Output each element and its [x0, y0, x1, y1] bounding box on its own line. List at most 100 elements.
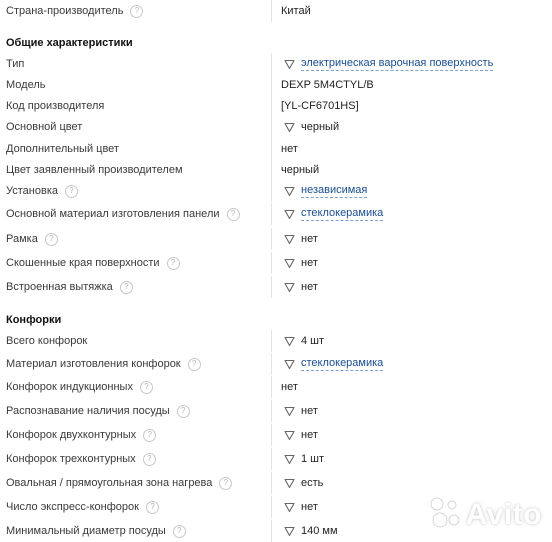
- help-icon[interactable]: ?: [172, 524, 186, 538]
- help-icon[interactable]: ?: [142, 452, 156, 466]
- spec-value: черный: [281, 116, 339, 138]
- spec-value: 4 шт: [281, 330, 324, 352]
- help-icon[interactable]: ?: [145, 500, 159, 514]
- spec-value[interactable]: стеклокерамика: [281, 203, 384, 225]
- spec-row: Установка? независимая: [0, 180, 552, 202]
- spec-row: Материал изготовления конфорок? стеклокер…: [0, 353, 552, 375]
- filter-icon[interactable]: [284, 186, 295, 197]
- spec-name: Встроенная вытяжка?: [6, 276, 133, 298]
- spec-row: Конфорок двухконтурных? нет: [0, 424, 552, 446]
- spec-row: Основной материал изготовления панели? ст…: [0, 203, 552, 225]
- filter-link[interactable]: электрическая варочная поверхность: [301, 57, 494, 71]
- help-icon[interactable]: ?: [166, 256, 180, 270]
- spec-name: Цвет заявленный производителем: [6, 164, 183, 176]
- spec-row: Встроенная вытяжка? нет: [0, 276, 552, 298]
- value-text: нет: [301, 281, 318, 293]
- value-text: нет: [301, 501, 318, 513]
- value-text: [YL-CF6701HS]: [281, 100, 359, 112]
- avito-logo-icon: [428, 495, 462, 534]
- spec-value: DEXP 5M4CTYL/B: [281, 74, 374, 96]
- spec-value: нет: [281, 496, 318, 518]
- help-icon[interactable]: ?: [176, 404, 190, 418]
- spec-name: Конфорок двухконтурных?: [6, 424, 157, 446]
- help-icon[interactable]: ?: [44, 232, 58, 246]
- help-icon[interactable]: ?: [130, 4, 144, 18]
- spec-row: Распознавание наличия посуды? нет: [0, 400, 552, 422]
- spec-name: Рамка?: [6, 228, 58, 250]
- spec-name: Основной материал изготовления панели?: [6, 203, 240, 225]
- filter-link[interactable]: стеклокерамика: [301, 207, 384, 221]
- spec-row: Дополнительный цвет нет: [0, 138, 552, 160]
- help-icon[interactable]: ?: [139, 380, 153, 394]
- filter-icon[interactable]: [284, 502, 295, 513]
- divider: [271, 353, 272, 375]
- avito-logo-text: Avito: [465, 497, 542, 531]
- filter-link[interactable]: независимая: [301, 184, 368, 198]
- spec-value: есть: [281, 472, 323, 494]
- value-text: нет: [301, 233, 318, 245]
- value-text: нет: [281, 143, 298, 155]
- value-text: нет: [301, 405, 318, 417]
- divider: [271, 496, 272, 518]
- filter-icon[interactable]: [284, 122, 295, 133]
- divider: [271, 74, 272, 96]
- value-text: нет: [301, 429, 318, 441]
- divider: [271, 448, 272, 470]
- section-title-general: Общие характеристики: [6, 37, 133, 49]
- filter-link[interactable]: стеклокерамика: [301, 357, 384, 371]
- filter-icon[interactable]: [284, 430, 295, 441]
- divider: [271, 424, 272, 446]
- spec-row: Овальная / прямоугольная зона нагрева? ес…: [0, 472, 552, 494]
- divider: [271, 252, 272, 274]
- value-text: 1 шт: [301, 453, 325, 465]
- spec-value[interactable]: независимая: [281, 180, 368, 202]
- spec-value[interactable]: стеклокерамика: [281, 353, 384, 375]
- value-text: черный: [301, 121, 340, 133]
- filter-icon[interactable]: [284, 59, 295, 70]
- help-icon[interactable]: ?: [65, 184, 78, 198]
- divider: [271, 0, 272, 22]
- spec-name: Дополнительный цвет: [6, 143, 119, 155]
- help-icon[interactable]: ?: [119, 280, 133, 294]
- filter-icon[interactable]: [284, 282, 295, 293]
- value-text: нет: [281, 381, 298, 393]
- spec-row: Страна-производитель? Китай: [0, 0, 552, 22]
- filter-icon[interactable]: [284, 478, 295, 489]
- spec-value: нет: [281, 424, 318, 446]
- help-icon[interactable]: ?: [143, 428, 157, 442]
- spec-value: нет: [281, 376, 298, 398]
- spec-value[interactable]: электрическая варочная поверхность: [281, 53, 494, 75]
- spec-value: Китай: [281, 5, 311, 17]
- filter-icon[interactable]: [284, 359, 295, 370]
- divider: [271, 138, 272, 160]
- help-icon[interactable]: ?: [187, 357, 201, 371]
- filter-icon[interactable]: [284, 258, 295, 269]
- filter-icon[interactable]: [284, 454, 295, 465]
- help-icon[interactable]: ?: [226, 207, 240, 221]
- value-text: 4 шт: [301, 335, 325, 347]
- divider: [271, 228, 272, 250]
- spec-name: Число экспресс-конфорок?: [6, 496, 159, 518]
- filter-icon[interactable]: [284, 234, 295, 245]
- filter-icon[interactable]: [284, 526, 295, 537]
- spec-name: Материал изготовления конфорок?: [6, 353, 201, 375]
- value-text: 140 мм: [301, 525, 338, 537]
- avito-watermark: Avito: [428, 495, 542, 534]
- spec-value: нет: [281, 228, 318, 250]
- value-text: нет: [301, 257, 318, 269]
- divider: [271, 520, 272, 542]
- spec-row: Основной цвет черный: [0, 116, 552, 138]
- spec-row: Цвет заявленный производителем черный: [0, 159, 552, 181]
- filter-icon[interactable]: [284, 336, 295, 347]
- spec-value: нет: [281, 138, 298, 160]
- section-title-burners: Конфорки: [6, 314, 62, 326]
- divider: [271, 472, 272, 494]
- spec-name: Минимальный диаметр посуды?: [6, 520, 186, 542]
- spec-value: нет: [281, 276, 318, 298]
- filter-icon[interactable]: [284, 406, 295, 417]
- help-icon[interactable]: ?: [219, 476, 233, 490]
- spec-row: Рамка? нет: [0, 228, 552, 250]
- filter-icon[interactable]: [284, 209, 295, 220]
- spec-name: Распознавание наличия посуды?: [6, 400, 190, 422]
- spec-value: черный: [281, 159, 319, 181]
